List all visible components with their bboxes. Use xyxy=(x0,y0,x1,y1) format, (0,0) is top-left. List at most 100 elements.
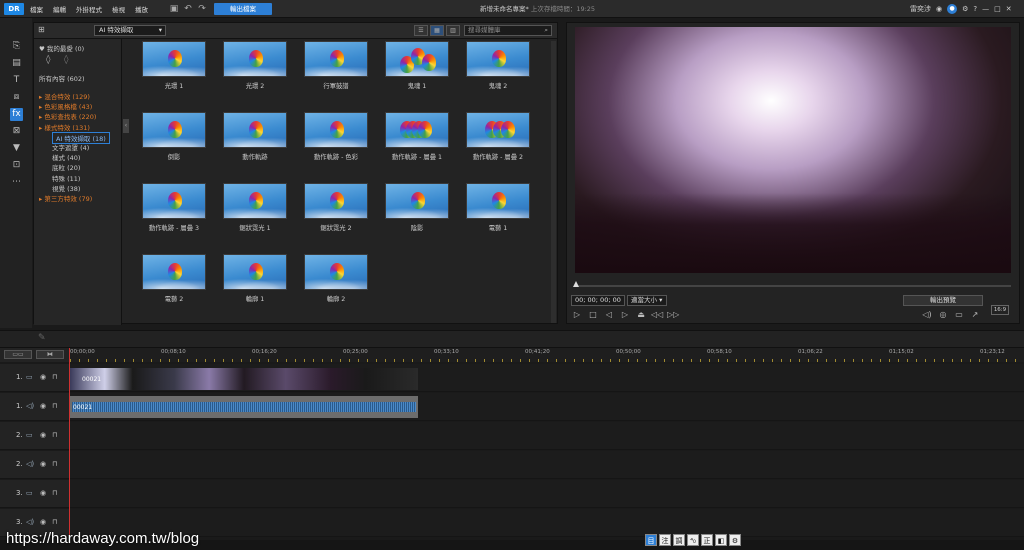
menu-item[interactable]: 檔案 xyxy=(30,4,43,14)
skip-back-icon[interactable]: ◁◁ xyxy=(651,309,663,321)
scrubber-handle[interactable] xyxy=(573,281,579,287)
effect-thumbnail[interactable]: 鬼魂 1 xyxy=(384,41,450,91)
effect-thumbnail[interactable]: 倒影 xyxy=(141,112,207,162)
menu-item[interactable]: 檢視 xyxy=(112,4,125,14)
playhead[interactable] xyxy=(69,348,70,548)
storyboard-view-icon[interactable]: ⧓ xyxy=(36,350,64,359)
effect-thumbnail[interactable]: 鋸狀霓光 2 xyxy=(303,183,369,233)
tag-icon[interactable]: ◊ xyxy=(46,55,50,65)
tree-item[interactable]: ▸ 混合特效 (129) xyxy=(39,91,90,101)
effect-thumbnail[interactable]: 輪廓 2 xyxy=(303,254,369,304)
subtitles-icon[interactable]: ▭ xyxy=(953,309,965,321)
tree-item[interactable]: 視覺 (38) xyxy=(52,183,80,193)
audio-track-icon[interactable]: ◁) xyxy=(26,460,34,468)
visibility-icon[interactable]: ◉ xyxy=(40,489,46,497)
lock-icon[interactable]: ⊓ xyxy=(52,373,57,381)
menu-item[interactable]: 編輯 xyxy=(53,4,66,14)
lock-icon[interactable]: ⊓ xyxy=(52,402,57,410)
effect-thumbnail[interactable]: 電藝 2 xyxy=(141,254,207,304)
bottom-tool-icon[interactable]: ⁴₀ xyxy=(687,534,699,546)
upgrade-icon[interactable]: ● xyxy=(947,4,958,14)
undock-icon[interactable]: ↗ xyxy=(969,309,981,321)
effect-thumbnail[interactable]: 鬼魂 2 xyxy=(465,41,531,91)
settings-icon[interactable]: ⚙ xyxy=(962,5,968,13)
fast-forward-icon[interactable]: ▷▷ xyxy=(667,309,679,321)
library-filter-select[interactable]: AI 特效擷取 ▾ xyxy=(94,25,166,36)
effect-thumbnail[interactable]: 電藝 1 xyxy=(465,183,531,233)
untag-icon[interactable]: ◊ xyxy=(64,55,68,65)
fit-select[interactable]: 適當大小 ▾ xyxy=(627,295,667,306)
more-icon[interactable]: ⋯ xyxy=(10,176,23,189)
effect-thumbnail[interactable]: 鋸狀霓光 1 xyxy=(222,183,288,233)
effect-thumbnail[interactable]: 光環 2 xyxy=(222,41,288,91)
import-icon[interactable]: ⊞ xyxy=(38,25,45,34)
bottom-tool-icon[interactable]: 目 xyxy=(645,534,657,546)
lock-icon[interactable]: ⊓ xyxy=(52,489,57,497)
effect-thumbnail[interactable]: 輪廓 1 xyxy=(222,254,288,304)
play-icon[interactable]: ▷ xyxy=(571,309,583,321)
effect-thumbnail[interactable]: 動作軌跡 - 層疊 2 xyxy=(465,112,531,162)
effects-room-icon[interactable]: fx xyxy=(10,108,23,121)
track-row[interactable] xyxy=(70,480,1024,508)
effect-thumbnail[interactable]: 陰影 xyxy=(384,183,450,233)
tree-favorites[interactable]: ♥ 我的最愛 (0) xyxy=(39,43,84,53)
details-view-icon[interactable]: ▥ xyxy=(446,25,460,36)
bottom-tool-icon[interactable]: 調 xyxy=(673,534,685,546)
particle-icon[interactable]: ▼ xyxy=(10,142,23,155)
undo-icon[interactable]: ↶ xyxy=(182,3,194,15)
pip-icon[interactable]: ⊡ xyxy=(10,159,23,172)
bottom-tool-icon[interactable]: 正 xyxy=(701,534,713,546)
collapse-tree-icon[interactable]: ‹ xyxy=(123,119,129,133)
close-icon[interactable]: ✕ xyxy=(1006,5,1012,13)
video-track-icon[interactable]: ▭ xyxy=(26,489,33,497)
timecode-display[interactable]: 00; 00; 00; 00 xyxy=(571,295,625,306)
tree-item[interactable]: ▸ 色彩查找表 (220) xyxy=(39,111,96,121)
redo-icon[interactable]: ↷ xyxy=(196,3,208,15)
track-row[interactable] xyxy=(70,451,1024,479)
volume-icon[interactable]: ◁) xyxy=(921,309,933,321)
aspect-ratio-select[interactable]: 16:9 xyxy=(991,305,1009,315)
maximize-icon[interactable]: □ xyxy=(994,5,1001,13)
lock-icon[interactable]: ⊓ xyxy=(52,460,57,468)
menu-item[interactable]: 外掛程式 xyxy=(76,4,102,14)
list-view-icon[interactable]: ☰ xyxy=(414,25,428,36)
grid-view-icon[interactable]: ▦ xyxy=(430,25,444,36)
visibility-icon[interactable]: ◉ xyxy=(40,460,46,468)
media-room-icon[interactable]: ⎘ xyxy=(10,40,23,53)
user-name[interactable]: 雷奕涉 xyxy=(910,4,931,14)
video-track-icon[interactable]: ▭ xyxy=(26,373,33,381)
help-icon[interactable]: ? xyxy=(973,5,977,13)
visibility-icon[interactable]: ◉ xyxy=(40,373,46,381)
visibility-icon[interactable]: ◉ xyxy=(40,518,46,526)
effect-thumbnail[interactable]: 動作軌跡 - 色彩 xyxy=(303,112,369,162)
stop-icon[interactable]: □ xyxy=(587,309,599,321)
account-icon[interactable]: ◉ xyxy=(936,5,942,13)
library-search-input[interactable]: 搜尋媒體庫 ⌕ xyxy=(464,25,552,36)
visibility-icon[interactable]: ◉ xyxy=(40,402,46,410)
effect-thumbnail[interactable]: 行軍鼓譜 xyxy=(303,41,369,91)
video-track-icon[interactable]: ▭ xyxy=(26,431,33,439)
snapshot-icon[interactable]: ◎ xyxy=(937,309,949,321)
effect-thumbnail[interactable]: 光環 1 xyxy=(141,41,207,91)
lock-icon[interactable]: ⊓ xyxy=(52,431,57,439)
split-icon[interactable]: ⏏ xyxy=(635,309,647,321)
export-button[interactable]: 輸出檔案 xyxy=(214,3,272,15)
edit-icon[interactable]: ✎ xyxy=(38,333,46,343)
tree-item[interactable]: 樣式 (40) xyxy=(52,152,80,162)
track-row[interactable] xyxy=(70,422,1024,450)
bottom-tool-icon[interactable]: ⚙ xyxy=(729,534,741,546)
audio-track-icon[interactable]: ◁) xyxy=(26,402,34,410)
tree-item[interactable]: ▸ 第三方特效 (79) xyxy=(39,193,92,203)
preview-scrubber[interactable] xyxy=(575,285,1011,287)
effect-thumbnail[interactable]: 動作軌跡 - 層疊 3 xyxy=(141,183,207,233)
output-preview-button[interactable]: 輸出預覽 xyxy=(903,295,983,306)
track-row[interactable] xyxy=(70,509,1024,537)
audio-track-icon[interactable]: ◁) xyxy=(26,518,34,526)
prev-frame-icon[interactable]: ◁ xyxy=(603,309,615,321)
menu-item[interactable]: 播放 xyxy=(135,4,148,14)
tree-item[interactable]: 底粒 (20) xyxy=(52,162,80,172)
tree-item[interactable]: ▸ 樣式特效 (131) xyxy=(39,122,90,132)
effect-thumbnail[interactable]: 動作軌跡 - 層疊 1 xyxy=(384,112,450,162)
bottom-tool-icon[interactable]: ◧ xyxy=(715,534,727,546)
bottom-tool-icon[interactable]: 注 xyxy=(659,534,671,546)
